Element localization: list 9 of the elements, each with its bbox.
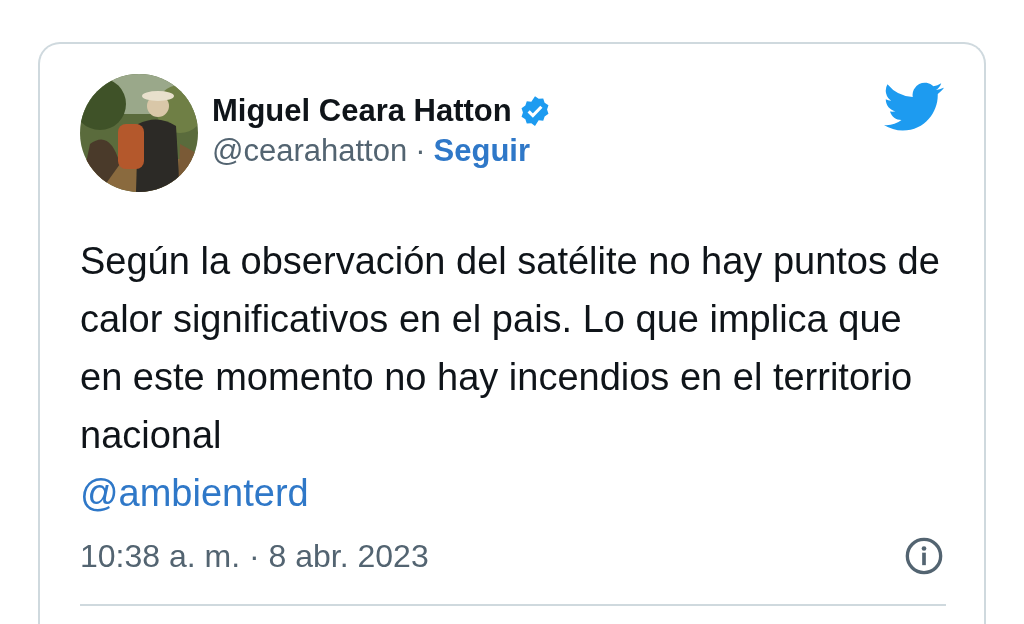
separator: · (415, 133, 426, 169)
author-handle[interactable]: @cearahatton (212, 133, 408, 169)
bird-logo-icon[interactable] (884, 82, 944, 132)
follow-link[interactable]: Seguir (433, 133, 530, 169)
timestamp[interactable]: 10:38 a. m. · 8 abr. 2023 (80, 537, 429, 575)
tweet-text: Según la observación del satélite no hay puntos de calor significativos en el pais. Lo que implica que en este momento no hay incendios en el territorio nacional @ambienterd (80, 239, 941, 516)
mention-link[interactable]: @ambienterd (80, 472, 309, 514)
author-name[interactable]: Miguel Ceara Hatton (212, 93, 512, 129)
info-icon[interactable] (904, 536, 944, 576)
